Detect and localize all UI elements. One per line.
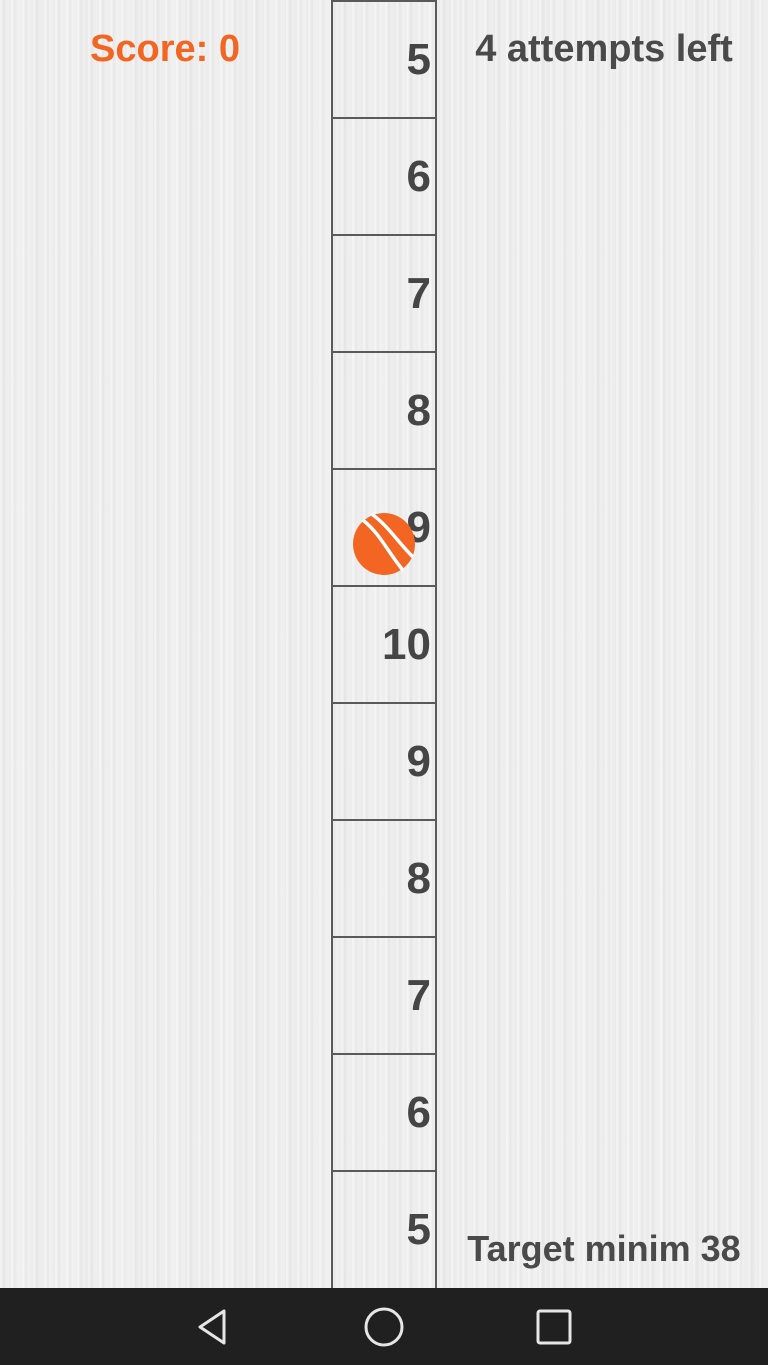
ladder-cell-value: 5 xyxy=(406,34,431,84)
game-area[interactable]: Score: 0 4 attempts left 5 6 7 8 9 10 9 8 7 6 5 Ta… xyxy=(0,0,768,1288)
target-label: Target minim 38 xyxy=(467,1228,741,1269)
ladder-cell-value: 5 xyxy=(406,1204,431,1254)
attempts-left-label: 4 attempts left xyxy=(475,28,733,70)
ladder-cell-value: 7 xyxy=(406,268,431,318)
system-nav-bar xyxy=(0,1288,768,1365)
ladder-cell-value: 6 xyxy=(406,1087,431,1137)
ladder-cell: 10 xyxy=(333,585,435,702)
nav-recents-button[interactable] xyxy=(506,1288,602,1365)
ladder-cell: 7 xyxy=(333,234,435,351)
ladder-cell: 5 xyxy=(333,0,435,117)
ladder-cell-value: 8 xyxy=(406,385,431,435)
ladder-cell-value: 10 xyxy=(382,619,431,669)
ladder-cell: 7 xyxy=(333,936,435,1053)
ladder-cell-value: 9 xyxy=(406,736,431,786)
tennis-ball-icon[interactable] xyxy=(352,512,416,576)
ladder-cell: 5 xyxy=(333,1170,435,1287)
score-ladder: 5 6 7 8 9 10 9 8 7 6 5 xyxy=(331,0,437,1288)
score-label: Score: 0 xyxy=(90,28,240,70)
ladder-cell-value: 7 xyxy=(406,970,431,1020)
ladder-cell: 6 xyxy=(333,117,435,234)
ladder-cell: 8 xyxy=(333,351,435,468)
nav-home-button[interactable] xyxy=(336,1288,432,1365)
nav-back-button[interactable] xyxy=(166,1288,262,1365)
ladder-cell: 9 xyxy=(333,702,435,819)
back-triangle-icon xyxy=(198,1309,226,1344)
ladder-cell: 6 xyxy=(333,1053,435,1170)
ladder-cell: 8 xyxy=(333,819,435,936)
ladder-cell-value: 6 xyxy=(406,151,431,201)
ladder-cell-value: 8 xyxy=(406,853,431,903)
home-circle-icon xyxy=(364,1307,404,1346)
recents-square-icon xyxy=(536,1309,572,1344)
